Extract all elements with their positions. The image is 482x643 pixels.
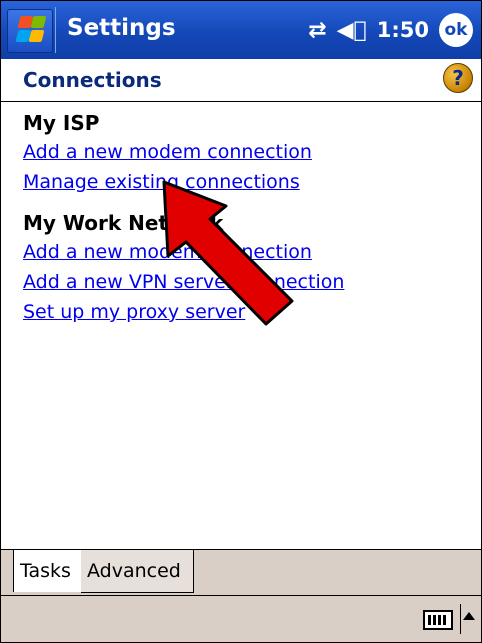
- start-menu-button[interactable]: [7, 9, 53, 53]
- heading-row: Connections ?: [1, 59, 481, 102]
- tab-advanced[interactable]: Advanced: [81, 550, 194, 593]
- keyboard-icon[interactable]: [423, 610, 453, 630]
- link-isp-add-modem[interactable]: Add a new modem connection: [23, 141, 312, 163]
- page-title: Connections: [23, 68, 162, 92]
- section-title-work-network: My Work Network: [23, 211, 224, 235]
- title-separator: [55, 7, 56, 53]
- title-bar: Settings ⇄ ◀ﾞ 1:50 ok: [1, 1, 481, 59]
- link-work-add-modem[interactable]: Add a new modem connection: [23, 241, 312, 263]
- input-menu-arrow-icon[interactable]: [463, 612, 475, 620]
- link-manage-existing[interactable]: Manage existing connections: [23, 171, 300, 193]
- ok-button[interactable]: ok: [439, 13, 473, 47]
- help-icon[interactable]: ?: [443, 63, 473, 93]
- clock[interactable]: 1:50: [377, 18, 429, 42]
- input-separator: [460, 604, 461, 634]
- flag-yellow: [28, 30, 45, 42]
- tab-tasks[interactable]: Tasks: [13, 550, 87, 592]
- section-title-my-isp: My ISP: [23, 111, 100, 135]
- device-screen: Settings ⇄ ◀ﾞ 1:50 ok Connections ? My I…: [0, 0, 482, 643]
- link-proxy-server[interactable]: Set up my proxy server: [23, 301, 245, 323]
- tab-strip: Tasks Advanced: [1, 549, 481, 596]
- link-add-vpn[interactable]: Add a new VPN server connection: [23, 271, 344, 293]
- flag-green: [30, 16, 47, 28]
- volume-icon[interactable]: ◀ﾞ: [337, 18, 367, 43]
- menu-bar: [1, 595, 481, 642]
- windows-flag-icon: [15, 16, 47, 44]
- connectivity-icon[interactable]: ⇄: [308, 18, 326, 43]
- app-title: Settings: [67, 15, 176, 41]
- status-area: ⇄ ◀ﾞ 1:50 ok: [308, 9, 473, 51]
